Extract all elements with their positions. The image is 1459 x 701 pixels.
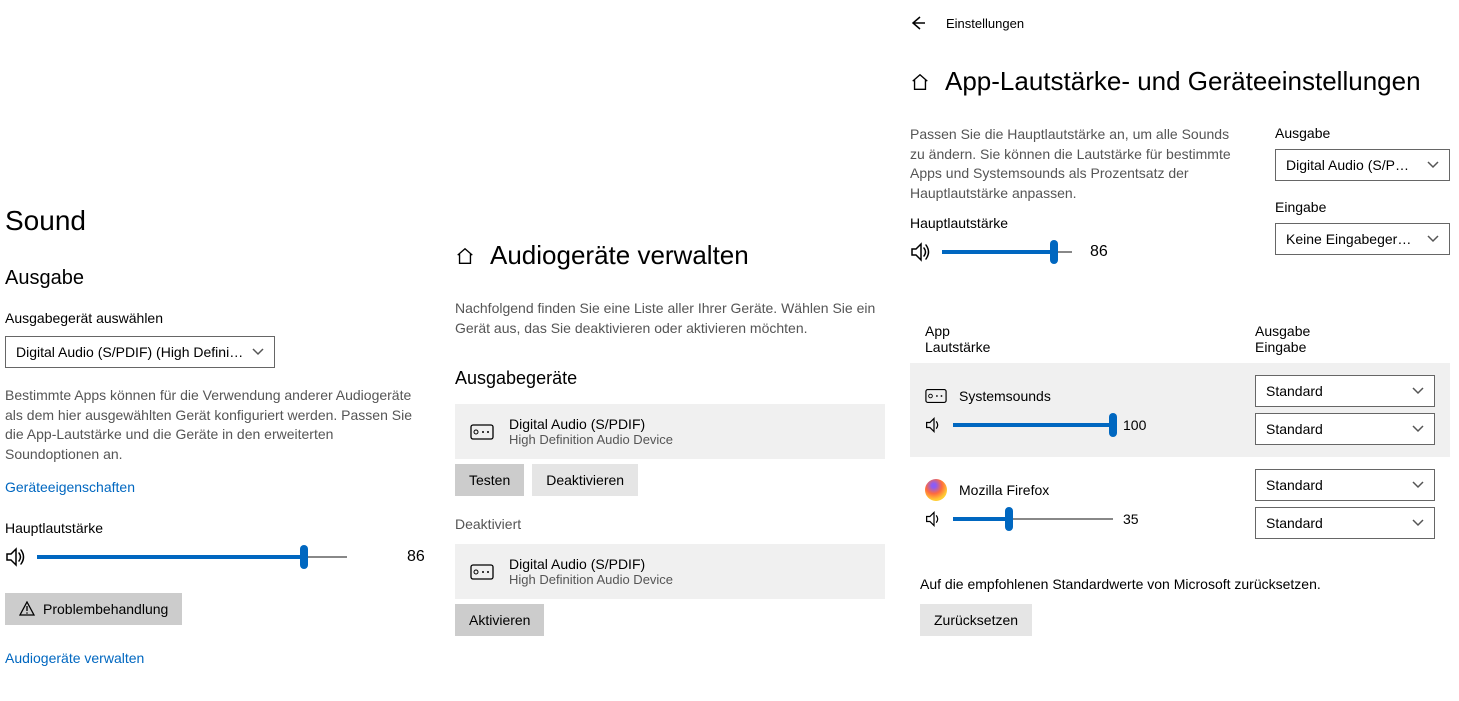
chevron-down-icon [1427, 233, 1439, 245]
chevron-down-icon [252, 346, 264, 358]
chevron-down-icon [1412, 385, 1424, 397]
volume-icon[interactable] [910, 241, 932, 263]
output-devices-heading: Ausgabegeräte [455, 368, 885, 389]
app-volume-value: 35 [1123, 511, 1139, 527]
slider-fill [37, 555, 304, 559]
volume-icon[interactable] [925, 510, 943, 528]
troubleshoot-button[interactable]: Problembehandlung [5, 593, 182, 625]
device-properties-link[interactable]: Geräteeigenschaften [5, 479, 435, 495]
app-output-dropdown[interactable]: Standard [1255, 375, 1435, 407]
master-volume-label: Hauptlautstärke [5, 520, 435, 536]
manage-devices-panel: Audiogeräte verwalten Nachfolgend finden… [455, 240, 885, 656]
output-device-dropdown[interactable]: Digital Audio (S/PDI... [1275, 149, 1450, 181]
app-list-header: App Lautstärke Ausgabe Eingabe [910, 323, 1450, 355]
deactivated-heading: Deaktiviert [455, 516, 885, 532]
master-volume-slider[interactable] [942, 242, 1072, 262]
output-section-heading: Ausgabe [5, 267, 435, 290]
input-device-dropdown[interactable]: Keine Eingabegerät... [1275, 223, 1450, 255]
app-input-dropdown[interactable]: Standard [1255, 507, 1435, 539]
device-card-inactive[interactable]: Digital Audio (S/PDIF) High Definition A… [455, 544, 885, 599]
output-device-label: Ausgabegerät auswählen [5, 310, 435, 326]
manage-help-text: Nachfolgend finden Sie eine Liste aller … [455, 299, 880, 338]
chevron-down-icon [1412, 517, 1424, 529]
chevron-down-icon [1427, 159, 1439, 171]
reset-button[interactable]: Zurücksetzen [920, 604, 1032, 636]
volume-icon[interactable] [925, 416, 943, 434]
app-volume-value: 100 [1123, 417, 1146, 433]
page-title: App-Lautstärke- und Geräteeinstellungen [945, 66, 1421, 97]
output-device-dropdown[interactable]: Digital Audio (S/PDIF) (High Definiti... [5, 336, 275, 368]
page-title: Audiogeräte verwalten [490, 240, 749, 271]
back-icon[interactable] [910, 15, 926, 31]
chevron-down-icon [1412, 423, 1424, 435]
system-sounds-icon [925, 385, 947, 407]
master-volume-value: 86 [407, 548, 425, 566]
chevron-down-icon [1412, 479, 1424, 491]
device-name: Digital Audio (S/PDIF) [509, 416, 673, 432]
home-icon[interactable] [455, 246, 475, 266]
app-name: Systemsounds [959, 388, 1051, 404]
device-description: High Definition Audio Device [509, 432, 673, 447]
page-title: Sound [5, 205, 435, 237]
slider-thumb[interactable] [1109, 413, 1117, 437]
volume-icon[interactable] [5, 546, 27, 568]
device-name: Digital Audio (S/PDIF) [509, 556, 673, 572]
reset-description: Auf die empfohlenen Standardwerte von Mi… [920, 576, 1450, 592]
app-row-systemsounds: Systemsounds 100 Standard Standard [910, 363, 1450, 457]
deactivate-button[interactable]: Deaktivieren [532, 464, 638, 496]
settings-label: Einstellungen [946, 16, 1024, 31]
test-button[interactable]: Testen [455, 464, 524, 496]
input-label: Eingabe [1275, 199, 1450, 215]
master-volume-label: Hauptlautstärke [910, 215, 1245, 231]
audio-device-icon [470, 563, 494, 581]
slider-thumb[interactable] [1005, 507, 1013, 531]
app-volume-panel: Einstellungen App-Lautstärke- und Geräte… [910, 15, 1450, 636]
activate-button[interactable]: Aktivieren [455, 604, 544, 636]
output-label: Ausgabe [1275, 125, 1450, 141]
slider-thumb[interactable] [300, 545, 308, 569]
app-row-firefox: Mozilla Firefox 35 Standard Standard [910, 457, 1450, 551]
master-volume-value: 86 [1090, 243, 1108, 261]
home-icon[interactable] [910, 72, 930, 92]
app-volume-slider[interactable] [953, 415, 1113, 435]
manage-devices-link[interactable]: Audiogeräte verwalten [5, 650, 435, 666]
firefox-icon [925, 479, 947, 501]
output-device-value: Digital Audio (S/PDIF) (High Definiti... [16, 344, 244, 360]
app-name: Mozilla Firefox [959, 482, 1049, 498]
slider-thumb[interactable] [1050, 240, 1058, 264]
app-input-dropdown[interactable]: Standard [1255, 413, 1435, 445]
app-volume-slider[interactable] [953, 509, 1113, 529]
warning-icon [19, 601, 35, 617]
audio-device-icon [470, 423, 494, 441]
app-volume-help-text: Passen Sie die Hauptlautstärke an, um al… [910, 125, 1245, 203]
sound-panel: Sound Ausgabe Ausgabegerät auswählen Dig… [5, 205, 435, 691]
device-card-active[interactable]: Digital Audio (S/PDIF) High Definition A… [455, 404, 885, 459]
master-volume-slider[interactable] [37, 547, 347, 567]
device-description: High Definition Audio Device [509, 572, 673, 587]
output-help-text: Bestimmte Apps können für die Verwendung… [5, 386, 430, 464]
app-output-dropdown[interactable]: Standard [1255, 469, 1435, 501]
